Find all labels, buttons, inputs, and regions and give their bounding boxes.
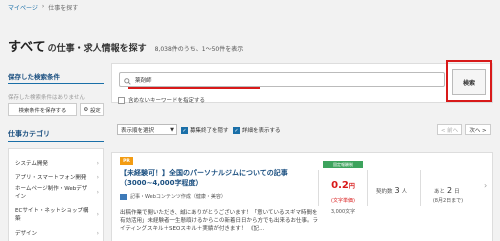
breadcrumb-separator: › <box>41 3 45 10</box>
breadcrumb: マイページ › 仕事を探す <box>8 3 78 12</box>
deadline-label: あと <box>434 189 446 195</box>
saved-search-title: 保存した検索条件 <box>8 73 60 81</box>
search-button-label: 検索 <box>462 79 475 87</box>
page-title: すべて の仕事・求人情報を探す 8,038件のうち、1〜50件を表示 <box>8 36 243 55</box>
column-divider <box>367 170 368 206</box>
deadline: あと 2 日 <box>434 186 460 195</box>
hide-closed-label: 募集終了を隠す <box>190 128 229 134</box>
chevron-right-icon[interactable]: › <box>484 181 487 190</box>
chevron-right-icon: › <box>96 174 99 181</box>
contracts-unit: 人 <box>401 189 408 195</box>
saved-search-divider <box>8 83 104 84</box>
fee-amount: 0.2円 <box>323 180 363 191</box>
job-category-tag: 記事・Webコンテンツ作成（健康・美容） <box>120 193 226 200</box>
column-divider <box>318 170 319 206</box>
breadcrumb-current: 仕事を探す <box>48 5 79 12</box>
hide-closed-checkbox[interactable]: ✓ <box>181 126 188 134</box>
show-detail-label: 詳細を表示する <box>242 128 281 134</box>
save-search-button[interactable]: 検索条件を保存する <box>8 103 77 116</box>
exclude-keyword-option[interactable]: 含めないキーワードを指定する <box>118 96 205 104</box>
show-detail-checkbox[interactable]: ✓ <box>233 126 240 134</box>
fee-type-badge: 固定報酬制 <box>323 161 363 168</box>
sort-select[interactable]: 表示順を選択 ▼ <box>117 124 177 135</box>
contracts-value: 3 <box>394 186 400 195</box>
highlight-underline <box>128 87 260 89</box>
saved-search-empty-note: 保存した検索条件はありません <box>8 95 85 101</box>
search-input[interactable]: 薬剤師 <box>119 72 445 87</box>
next-page-label: 次へ > <box>469 127 487 134</box>
category-item-cont[interactable]: 築 <box>15 216 21 223</box>
job-category-label: 記事・Webコンテンツ作成（健康・美容） <box>130 194 226 200</box>
settings-label: 設定 <box>90 107 101 114</box>
chevron-right-icon: › <box>96 189 99 196</box>
deadline-unit: 日 <box>454 189 460 195</box>
category-divider <box>8 141 104 142</box>
contracts-label: 契約数 <box>376 189 393 195</box>
page-title-rest: の仕事・求人情報を探す <box>47 44 147 54</box>
category-item[interactable]: システム開発 <box>15 161 48 168</box>
chevron-right-icon: › <box>96 211 99 218</box>
category-item-cont[interactable]: イン <box>15 194 26 201</box>
hide-closed-option[interactable]: ✓ 募集終了を隠す <box>181 126 229 134</box>
show-detail-option[interactable]: ✓ 詳細を表示する <box>233 126 281 134</box>
column-divider <box>420 170 421 206</box>
fee-total: 3,000文字 <box>330 209 356 215</box>
chevron-right-icon: › <box>96 160 99 167</box>
save-search-label: 検索条件を保存する <box>18 107 67 114</box>
fee-unit: 円 <box>348 183 355 190</box>
category-item[interactable]: デザイン <box>15 231 37 238</box>
deadline-value: 2 <box>447 186 453 195</box>
contracts-count: 契約数 3 人 <box>376 186 407 195</box>
exclude-keyword-label: 含めないキーワードを指定する <box>128 98 206 104</box>
breadcrumb-home-link[interactable]: マイページ <box>8 3 38 12</box>
category-item[interactable]: アプリ・スマートフォン開発 <box>15 175 86 182</box>
category-item[interactable]: ECサイト・ネットショップ構 <box>15 208 88 215</box>
fee-value: 0.2 <box>331 180 349 191</box>
chevron-right-icon: › <box>96 230 99 237</box>
job-title-link[interactable]: 【未経験可！】全国のパーソナルジムについての記事（3000~4,000字程度） <box>120 168 310 188</box>
page-title-all: すべて <box>8 40 46 55</box>
search-button[interactable]: 検索 <box>452 69 486 95</box>
category-list: システム開発 › アプリ・スマートフォン開発 › ホームページ制作・Webデザ … <box>8 148 104 241</box>
pr-badge: PR <box>120 157 133 165</box>
gear-icon: ⚙ <box>83 106 89 113</box>
deadline-date: (8月2日まで) <box>432 198 464 204</box>
prev-page-label: < 前へ <box>440 127 459 134</box>
folder-icon <box>120 193 127 200</box>
category-item[interactable]: ホームページ制作・Webデザ <box>15 186 87 193</box>
result-count: 8,038件のうち、1〜50件を表示 <box>154 46 244 53</box>
exclude-keyword-checkbox[interactable] <box>118 96 125 104</box>
category-title: 仕事カテゴリ <box>8 130 50 138</box>
job-description: 出稿作業で閲いただき、誠にありがとうございます！「意いているスギマ時間を有効活用… <box>120 210 319 232</box>
search-input-value: 薬剤師 <box>135 77 152 84</box>
fee-unit-note: (文字単価) <box>331 198 355 204</box>
next-page-button[interactable]: 次へ > <box>465 124 491 135</box>
chevron-down-icon: ▼ <box>170 126 174 133</box>
settings-button[interactable]: ⚙ 設定 <box>80 103 104 116</box>
sort-select-value: 表示順を選択 <box>121 127 155 134</box>
prev-page-button[interactable]: < 前へ <box>437 124 462 135</box>
